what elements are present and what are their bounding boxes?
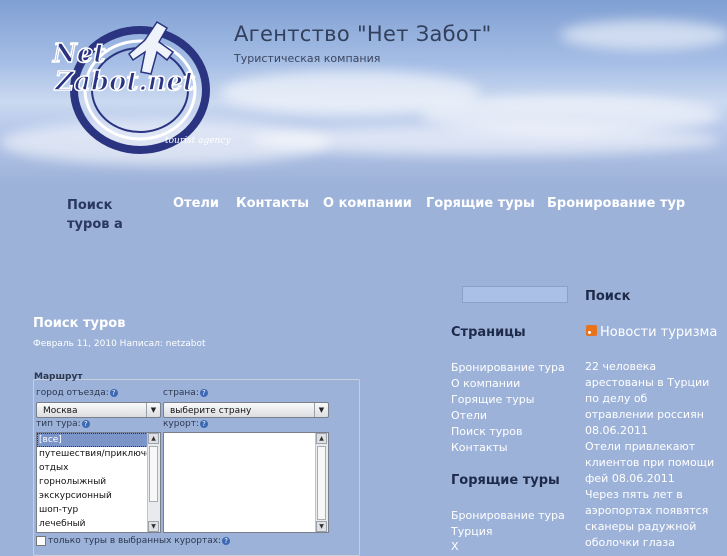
svg-text:tourist agency: tourist agency [165,136,231,146]
post-meta: Февраль 11, 2010 Написал: netzabot [33,339,206,349]
city-label: город отъезда:? [36,388,118,398]
hot-link-turkey[interactable]: Турция [451,525,492,538]
list-item[interactable]: горнолыжный [37,475,160,489]
tour-type-scrollbar[interactable]: ▲ ▼ [147,433,160,532]
scroll-thumb[interactable] [149,446,158,502]
list-item[interactable]: экскурсионный [37,489,160,503]
scroll-up-icon[interactable]: ▲ [316,433,327,444]
country-select[interactable]: выберите страну ▼ [163,402,329,418]
help-icon[interactable]: ? [109,388,118,397]
help-icon[interactable]: ? [81,419,90,428]
sidebar-item-contacts[interactable]: Контакты [451,441,508,454]
nav-item-booking[interactable]: Бронирование тур [547,196,685,211]
scroll-thumb[interactable] [317,446,326,520]
help-icon[interactable]: ? [199,419,208,428]
resort-label: курорт:? [163,419,208,429]
site-title[interactable]: Агентство "Нет Забот" [234,22,492,46]
svg-text:Zabot.net: Zabot.net [54,67,195,97]
news-item[interactable]: 22 человека арестованы в Турции по делу … [585,359,715,439]
post-title[interactable]: Поиск туров [33,316,125,331]
hot-tours-heading: Горящие туры [451,473,560,488]
nav-item-about[interactable]: О компании [323,196,412,211]
news-item[interactable]: Через пять лет в аэропортах появятся ска… [585,487,715,551]
sidebar-item-booking[interactable]: Бронирование тура [451,361,565,374]
cloud [560,20,727,50]
nav-item-contacts[interactable]: Контакты [236,196,309,211]
search-label: Поиск [585,289,631,304]
help-icon[interactable]: ? [222,536,231,545]
country-label: страна:? [163,388,208,398]
nav-item-search-tours[interactable]: Поиск туров а [67,196,157,234]
scroll-down-icon[interactable]: ▼ [316,521,327,532]
cloud [250,125,720,155]
nav-item-hot-tours[interactable]: Горящие туры [426,196,535,211]
tour-type-label: тип тура:? [36,419,90,429]
tour-type-listbox[interactable]: [все] путешествия/приключени отдых горно… [36,432,161,533]
rss-icon[interactable] [586,325,597,336]
list-item[interactable]: отдых [37,461,160,475]
news-title[interactable]: Новости туризма [600,325,717,340]
tour-search-form: Маршрут город отъезда:? страна:? Москва … [33,372,360,556]
list-item[interactable]: [все] [37,433,160,447]
list-item[interactable]: шоп-тур [37,503,160,517]
pages-heading: Страницы [451,325,526,340]
svg-text:Net: Net [52,39,105,69]
chevron-down-icon[interactable]: ▼ [146,403,160,417]
search-input[interactable] [462,286,568,303]
sidebar-item-search-tours[interactable]: Поиск туров [451,425,522,438]
city-select[interactable]: Москва ▼ [36,402,161,418]
sidebar-item-hot-tours[interactable]: Горящие туры [451,393,534,406]
news-item[interactable]: Отели привлекают клиентов при помощи фей… [585,439,715,487]
help-icon[interactable]: ? [199,388,208,397]
chevron-down-icon[interactable]: ▼ [314,403,328,417]
nav-item-hotels[interactable]: Отели [173,196,219,211]
resort-scrollbar[interactable]: ▲ ▼ [315,433,328,532]
country-select-value: выберите страну [170,406,252,416]
sidebar-item-about[interactable]: О компании [451,377,520,390]
scroll-up-icon[interactable]: ▲ [148,433,159,444]
sidebar-item-hotels[interactable]: Отели [451,409,487,422]
site-logo[interactable]: Net Zabot.net tourist agency [45,10,250,160]
route-legend: Маршрут [34,372,83,382]
list-item[interactable]: лечебный [37,517,160,531]
scroll-down-icon[interactable]: ▼ [148,521,159,532]
hot-link-more[interactable]: Х [451,540,459,553]
resort-listbox[interactable]: ▲ ▼ [163,432,329,533]
hot-link-booking[interactable]: Бронирование тура [451,509,565,522]
header-banner: Net Zabot.net tourist agency Агентство "… [0,0,727,185]
list-item[interactable]: путешествия/приключени [37,447,160,461]
site-subtitle: Туристическая компания [234,52,381,65]
city-select-value: Москва [43,406,78,416]
